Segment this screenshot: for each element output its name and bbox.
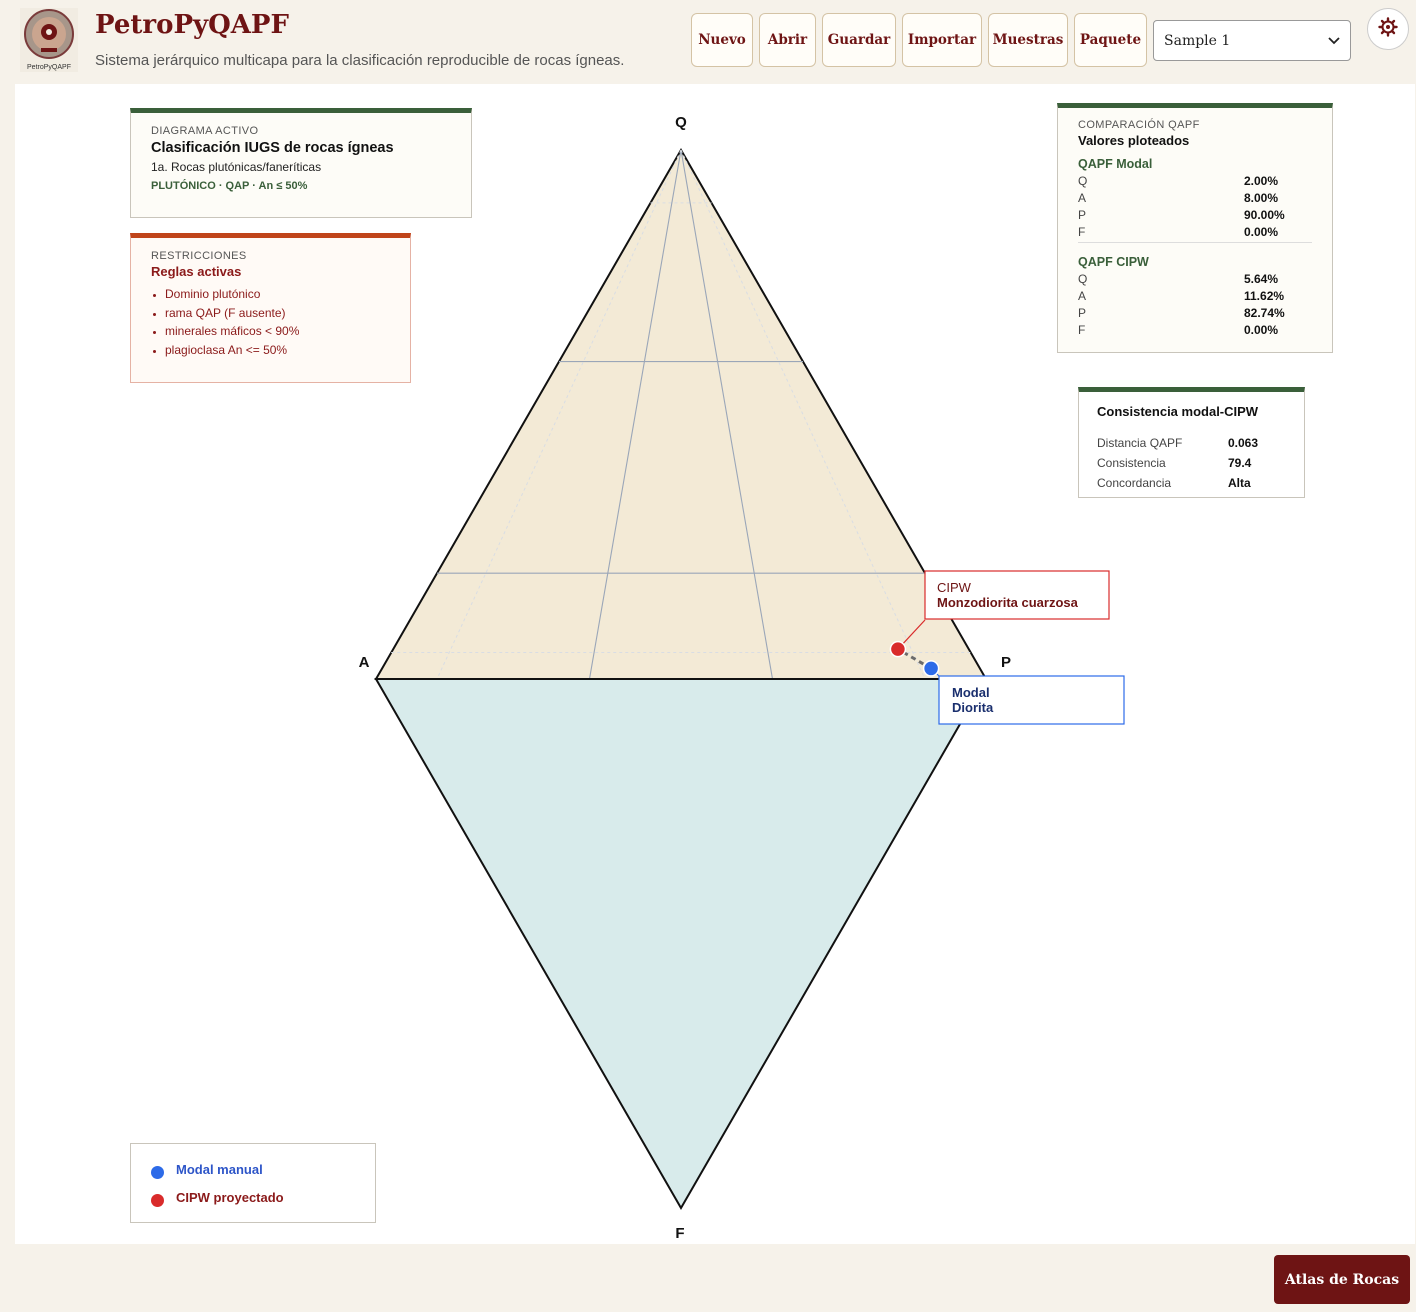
legend-item-cipw: CIPW proyectado — [151, 1186, 355, 1208]
modal-values-table: Q 2.00% A 8.00% P 90.00% F 0.00% — [1078, 173, 1312, 243]
modal-value: 0.00% — [1244, 225, 1279, 239]
vertex-a-label: A — [359, 654, 370, 671]
cipw-callout-label: CIPW — [937, 580, 972, 595]
diagram-canvas: Q A P F CIPW Monzodiorita cuarzosa Modal… — [15, 84, 1415, 1244]
cipw-value: 0.00% — [1244, 323, 1279, 337]
fap-triangle — [374, 678, 988, 1211]
restrictions-kicker: RESTRICCIONES — [151, 250, 247, 262]
cipw-value: 5.64% — [1244, 272, 1279, 286]
cipw-values-table: Q 5.64% A 11.62% P 82.74% F 0.00% — [1078, 271, 1312, 339]
chevron-down-icon — [1328, 33, 1340, 49]
restrictions-panel: RESTRICCIONES Reglas activas Dominio plu… — [130, 233, 411, 383]
consistency-value: 0.063 — [1228, 436, 1259, 450]
modal-value: 2.00% — [1244, 174, 1279, 188]
active-diagram-tag: PLUTÓNICO · QAP · An ≤ 50% — [151, 180, 308, 192]
modal-key: F — [1078, 225, 1086, 239]
modal-value: 8.00% — [1244, 191, 1279, 205]
sample-select[interactable]: Sample 1 — [1153, 20, 1351, 61]
paquete-button[interactable]: Paquete — [1074, 13, 1147, 67]
active-diagram-panel: DIAGRAMA ACTIVO Clasificación IUGS de ro… — [130, 108, 472, 218]
modal-key: Q — [1078, 174, 1088, 188]
consistency-row: Consistencia 79.4 — [1097, 453, 1286, 473]
vertex-p-label: P — [1001, 654, 1011, 671]
legend-marker-cipw — [151, 1193, 164, 1207]
modal-callout-rock: Diorita — [952, 700, 994, 715]
importar-button[interactable]: Importar — [902, 13, 982, 67]
cipw-heading: QAPF CIPW — [1078, 255, 1149, 269]
app-title: PetroPyQAPF — [95, 10, 289, 40]
legend-marker-modal — [151, 1165, 164, 1179]
legend-label-cipw: CIPW proyectado — [176, 1189, 284, 1205]
rule-item: plagioclasa An <= 50% — [165, 341, 390, 360]
modal-row: F 0.00% — [1078, 224, 1312, 241]
modal-value: 90.00% — [1244, 208, 1285, 222]
modal-key: P — [1078, 208, 1087, 222]
svg-text:PetroPyQAPF: PetroPyQAPF — [27, 64, 71, 71]
consistency-value: 79.4 — [1228, 456, 1252, 470]
cipw-callout-rock: Monzodiorita cuarzosa — [937, 595, 1079, 610]
consistency-key: Distancia QAPF — [1097, 436, 1183, 450]
qap-triangle — [374, 147, 988, 680]
app-header: PetroPyQAPF PetroPyQAPF Sistema jerárqui… — [0, 0, 1416, 84]
modal-row: P 90.00% — [1078, 207, 1312, 224]
legend-label-modal: Modal manual — [176, 1161, 263, 1177]
rule-item: Dominio plutónico — [165, 285, 390, 304]
atlas-rocas-button[interactable]: Atlas de Rocas — [1274, 1255, 1410, 1304]
cipw-value: 11.62% — [1244, 289, 1285, 303]
active-diagram-title: Clasificación IUGS de rocas ígneas — [151, 140, 394, 156]
cipw-key: F — [1078, 323, 1086, 337]
active-diagram-kicker: DIAGRAMA ACTIVO — [151, 125, 259, 137]
consistency-table: Distancia QAPF 0.063 Consistencia 79.4 Conco… — [1097, 433, 1286, 493]
restrictions-title: Reglas activas — [151, 264, 242, 279]
rule-item: minerales máficos < 90% — [165, 322, 390, 341]
vertex-f-label: F — [675, 1225, 684, 1242]
toolbar: Nuevo Abrir Guardar Importar Muestras Pa… — [691, 13, 1147, 67]
consistency-panel: Consistencia modal-CIPW Distancia QAPF 0.… — [1078, 387, 1305, 498]
cipw-key: P — [1078, 306, 1087, 320]
abrir-button[interactable]: Abrir — [759, 13, 816, 67]
comparison-title: Valores ploteados — [1078, 133, 1190, 148]
consistency-row: Distancia QAPF 0.063 — [1097, 433, 1286, 453]
consistency-row: Concordancia Alta — [1097, 473, 1286, 493]
sample-select-value: Sample 1 — [1164, 32, 1231, 49]
cipw-row: A 11.62% — [1078, 288, 1312, 305]
cipw-value: 82.74% — [1244, 306, 1285, 320]
modal-key: A — [1078, 191, 1087, 205]
nuevo-button[interactable]: Nuevo — [691, 13, 753, 67]
legend-item-modal: Modal manual — [151, 1158, 355, 1180]
cipw-point — [889, 640, 907, 658]
comparison-kicker: COMPARACIÓN QAPF — [1078, 119, 1200, 131]
rule-item: rama QAP (F ausente) — [165, 304, 390, 323]
comparison-panel: COMPARACIÓN QAPF Valores ploteados QAPF … — [1057, 103, 1333, 353]
cipw-row: Q 5.64% — [1078, 271, 1312, 288]
modal-row: A 8.00% — [1078, 190, 1312, 207]
cipw-key: Q — [1078, 272, 1088, 286]
gear-icon — [1378, 16, 1398, 42]
consistency-key: Concordancia — [1097, 476, 1172, 490]
vertex-q-label: Q — [675, 114, 687, 131]
modal-heading: QAPF Modal — [1078, 157, 1153, 171]
legend-panel: Modal manual CIPW proyectado — [130, 1143, 376, 1223]
cipw-key: A — [1078, 289, 1087, 303]
modal-point — [922, 660, 940, 677]
active-diagram-subtitle: 1a. Rocas plutónicas/faneríticas — [151, 160, 322, 174]
settings-button[interactable] — [1367, 8, 1409, 50]
modal-row: Q 2.00% — [1078, 173, 1312, 190]
app-logo: PetroPyQAPF — [20, 8, 78, 72]
muestras-button[interactable]: Muestras — [988, 13, 1068, 67]
consistency-title: Consistencia modal-CIPW — [1097, 404, 1259, 419]
modal-callout-label: Modal — [952, 685, 990, 700]
consistency-key: Consistencia — [1097, 456, 1166, 470]
cipw-row: F 0.00% — [1078, 322, 1312, 339]
app-subtitle: Sistema jerárquico multicapa para la cla… — [95, 52, 625, 69]
rules-list: Dominio plutónico rama QAP (F ausente) m… — [151, 285, 390, 359]
guardar-button[interactable]: Guardar — [822, 13, 896, 67]
cipw-row: P 82.74% — [1078, 305, 1312, 322]
consistency-value: Alta — [1228, 476, 1251, 490]
